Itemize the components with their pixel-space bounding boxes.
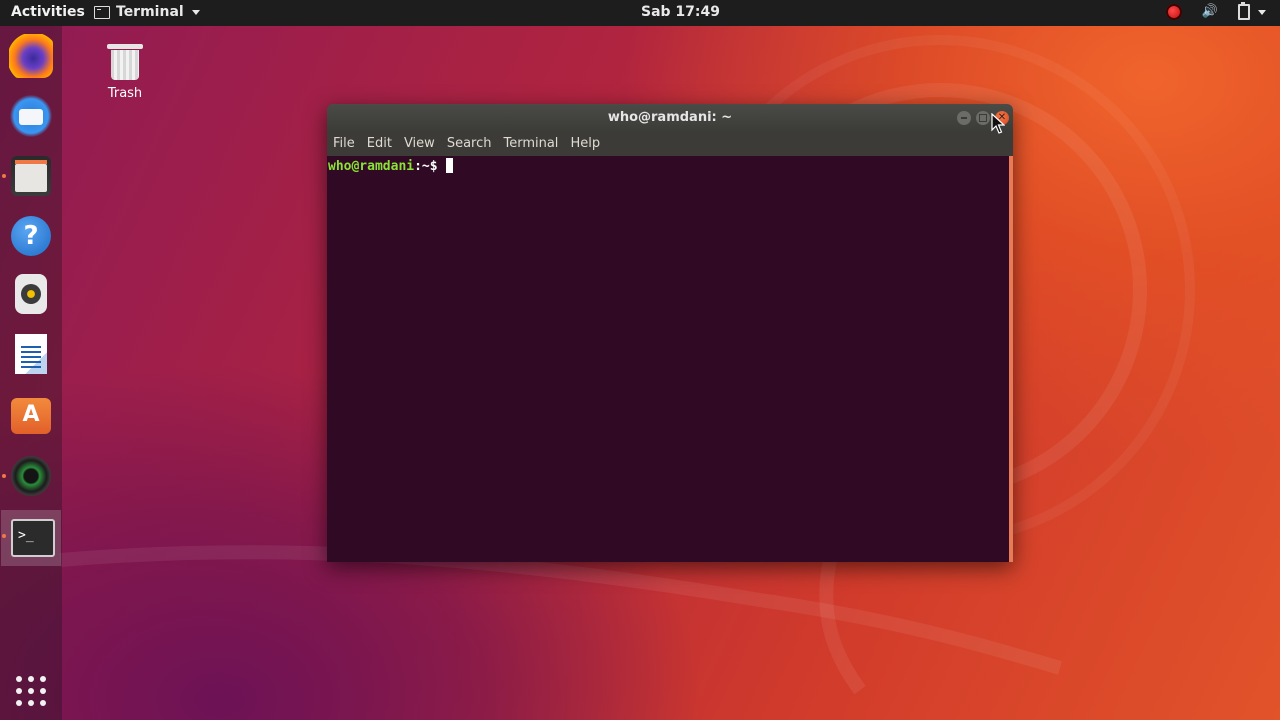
maximize-button[interactable] — [976, 111, 990, 125]
clock[interactable]: Sab 17:49 — [641, 4, 720, 20]
prompt-user: who@ramdani — [328, 159, 415, 174]
rhythmbox-icon[interactable] — [15, 274, 47, 314]
help-icon[interactable]: ? — [11, 216, 51, 256]
terminal-area[interactable]: who@ramdani:~$ — [327, 156, 1013, 562]
dock: ? >_ — [0, 26, 62, 720]
menu-bar: File Edit View Search Terminal Help — [327, 132, 1013, 156]
terminal-icon: >_ — [11, 519, 55, 557]
software-center-icon[interactable] — [11, 398, 51, 434]
window-titlebar[interactable]: who@ramdani: ~ ✕ — [327, 104, 1013, 132]
shell-prompt: who@ramdani:~$ — [328, 158, 454, 174]
trash-icon — [107, 40, 143, 82]
text-cursor — [446, 158, 454, 173]
menu-search[interactable]: Search — [441, 132, 498, 156]
running-indicator — [2, 474, 6, 478]
running-indicator — [2, 534, 6, 538]
apps-grid-icon[interactable] — [16, 676, 46, 706]
battery-icon[interactable] — [1238, 2, 1250, 20]
cheese-icon[interactable] — [9, 454, 53, 498]
menu-file[interactable]: File — [327, 132, 361, 156]
terminal-window[interactable]: who@ramdani: ~ ✕ File Edit View Search T… — [327, 104, 1013, 562]
menu-terminal[interactable]: Terminal — [497, 132, 564, 156]
firefox-icon[interactable] — [9, 34, 53, 78]
chevron-down-icon[interactable] — [1258, 9, 1266, 15]
menu-edit[interactable]: Edit — [361, 132, 398, 156]
files-icon[interactable] — [11, 156, 51, 196]
running-indicator — [2, 174, 6, 178]
top-bar: Activities Terminal Sab 17:49 🔊 — [0, 0, 1280, 26]
record-icon[interactable] — [1165, 4, 1182, 20]
terminal-dock-item[interactable]: >_ — [1, 510, 61, 566]
scrollbar[interactable] — [1009, 156, 1013, 562]
thunderbird-icon[interactable] — [9, 94, 53, 138]
app-menu-label: Terminal — [116, 4, 184, 20]
window-title: who@ramdani: ~ — [607, 110, 733, 125]
system-tray[interactable]: 🔊 — [1165, 2, 1266, 20]
volume-icon[interactable]: 🔊 — [1202, 4, 1218, 20]
minimize-button[interactable] — [957, 111, 971, 125]
app-menu-button[interactable]: Terminal — [94, 4, 200, 20]
menu-help[interactable]: Help — [564, 132, 606, 156]
prompt-path: :~$ — [414, 159, 446, 174]
libreoffice-writer-icon[interactable] — [15, 334, 47, 374]
chevron-down-icon — [191, 9, 200, 15]
activities-button[interactable]: Activities — [11, 4, 85, 20]
terminal-small-icon — [94, 5, 110, 19]
trash-label: Trash — [107, 86, 143, 101]
menu-view[interactable]: View — [398, 132, 441, 156]
trash-desktop-item[interactable]: Trash — [97, 40, 153, 101]
